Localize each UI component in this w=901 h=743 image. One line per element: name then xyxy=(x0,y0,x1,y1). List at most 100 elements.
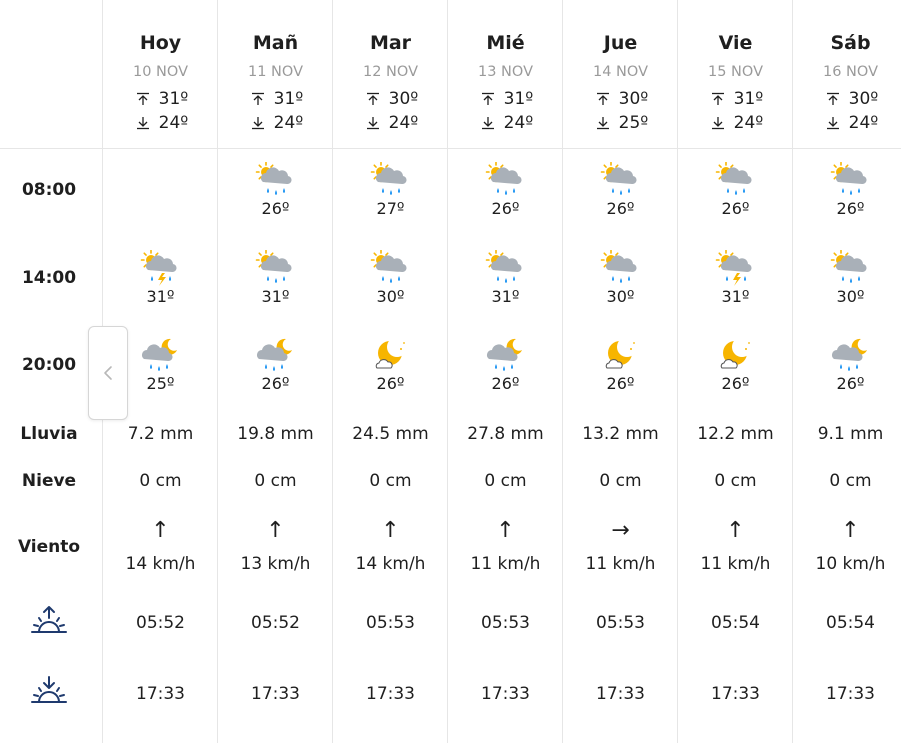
forecast-slot-1400: 31º xyxy=(218,249,333,312)
rain-value: 7.2 mm xyxy=(127,424,194,444)
slot-temp: 31º xyxy=(146,287,175,306)
day-date: 16 NOV xyxy=(823,64,878,80)
sunrise-time: 05:54 xyxy=(826,613,875,633)
slot-temp: 26º xyxy=(606,374,635,393)
arrow-up-icon xyxy=(248,89,274,109)
temp-max-value: 31º xyxy=(158,89,189,109)
day-name: Mañ xyxy=(252,32,299,54)
forecast-slot-0800: 26º xyxy=(448,161,563,224)
temp-min: 24º xyxy=(793,113,901,133)
temp-min: 25º xyxy=(563,113,678,133)
forecast-slot-2000: 26º xyxy=(448,337,563,399)
arrow-down-icon xyxy=(133,113,159,133)
rain-sun-icon xyxy=(600,249,640,286)
rain-value: 9.1 mm xyxy=(817,424,884,444)
day-date: 14 NOV xyxy=(593,64,648,80)
day-date: 12 NOV xyxy=(363,64,418,80)
slot-temp: 30º xyxy=(606,287,635,306)
day-column: Mar 12 NOV 30º 24º 27º 30º 26º 24.5 mm 0 cm ↑ 14 k… xyxy=(332,0,448,743)
slot-temp: 30º xyxy=(376,287,405,306)
chevron-left-icon xyxy=(104,366,112,380)
day-name: Hoy xyxy=(139,32,182,54)
sunrise-time: 05:54 xyxy=(711,613,760,633)
slot-temp: 26º xyxy=(491,374,520,393)
slot-temp: 26º xyxy=(721,374,750,393)
temp-max: 31º xyxy=(103,89,218,109)
prev-days-button[interactable] xyxy=(88,326,128,420)
forecast-slot-2000: 26º xyxy=(563,337,678,399)
forecast-slot-2000: 26º xyxy=(333,337,448,399)
forecast-slot-2000: 26º xyxy=(793,337,901,399)
slot-temp: 31º xyxy=(721,287,750,306)
arrow-up-icon xyxy=(133,89,159,109)
wind-speed: 11 km/h xyxy=(470,554,541,574)
temp-max: 31º xyxy=(448,89,563,109)
forecast-slot-0800: 26º xyxy=(218,161,333,224)
day-column: Vie 15 NOV 31º 24º 26º 31º 26º 12.2 mm 0 cm ↑ 11 k… xyxy=(677,0,793,743)
wind-speed: 11 km/h xyxy=(585,554,656,574)
temp-min: 24º xyxy=(333,113,448,133)
rain-sun-icon xyxy=(830,161,870,198)
arrow-down-icon xyxy=(248,113,274,133)
day-name: Vie xyxy=(718,32,753,54)
forecast-slot-2000: 26º xyxy=(218,337,333,399)
arrow-up-icon xyxy=(708,89,734,109)
row-label-wind: Viento xyxy=(17,537,81,557)
row-label-rain: Lluvia xyxy=(20,424,78,444)
arrow-up-icon xyxy=(823,89,849,109)
forecast-slot-0800: 26º xyxy=(678,161,793,224)
forecast-slot-1400: 31º xyxy=(678,249,793,312)
temp-min-value: 24º xyxy=(848,113,879,133)
forecast-slot-0800: 27º xyxy=(333,161,448,224)
slot-temp: 30º xyxy=(836,287,865,306)
arrow-down-icon xyxy=(478,113,504,133)
temp-max-value: 31º xyxy=(733,89,764,109)
wind-speed: 14 km/h xyxy=(125,554,196,574)
day-name: Jue xyxy=(603,32,638,54)
temp-max: 30º xyxy=(563,89,678,109)
rain-sun-icon xyxy=(255,161,295,198)
slot-temp: 26º xyxy=(261,199,290,218)
sunset-time: 17:33 xyxy=(711,684,760,704)
temp-max-value: 31º xyxy=(273,89,304,109)
day-column: Sáb 16 NOV 30º 24º 26º 30º 26º 9.1 mm 0 cm ↑ 10 km… xyxy=(792,0,901,743)
slot-temp: 27º xyxy=(376,199,405,218)
sunrise-time: 05:53 xyxy=(481,613,530,633)
slot-temp: 26º xyxy=(376,374,405,393)
rain-moon-icon xyxy=(255,337,295,373)
rain-moon-icon xyxy=(140,337,180,373)
temp-min: 24º xyxy=(448,113,563,133)
rain-sun-icon xyxy=(370,249,410,286)
wind-direction-icon: ↑ xyxy=(726,518,745,543)
temp-max-value: 30º xyxy=(848,89,879,109)
snow-value: 0 cm xyxy=(599,471,642,491)
arrow-up-icon xyxy=(363,89,389,109)
temp-min-value: 24º xyxy=(733,113,764,133)
temp-max-value: 31º xyxy=(503,89,534,109)
wind-direction-icon: ↑ xyxy=(381,518,400,543)
rain-moon-icon xyxy=(485,337,525,373)
sunset-time: 17:33 xyxy=(481,684,530,704)
wind-direction-icon: → xyxy=(611,518,630,543)
sunset-time: 17:33 xyxy=(251,684,300,704)
snow-value: 0 cm xyxy=(254,471,297,491)
day-name: Mié xyxy=(486,32,525,54)
cloudy-moon-icon xyxy=(600,337,640,373)
sunset-time: 17:33 xyxy=(596,684,645,704)
rain-value: 13.2 mm xyxy=(582,424,659,444)
forecast-slot-1400: 31º xyxy=(448,249,563,312)
forecast-slot-0800: 26º xyxy=(793,161,901,224)
sunset-time: 17:33 xyxy=(826,684,875,704)
day-name: Mar xyxy=(369,32,412,54)
snow-value: 0 cm xyxy=(139,471,182,491)
temp-max: 31º xyxy=(678,89,793,109)
slot-temp: 31º xyxy=(491,287,520,306)
arrow-up-icon xyxy=(593,89,619,109)
arrow-down-icon xyxy=(593,113,619,133)
row-label-1400: 14:00 xyxy=(21,268,77,288)
rain-value: 24.5 mm xyxy=(352,424,429,444)
arrow-up-icon xyxy=(478,89,504,109)
temp-min-value: 24º xyxy=(388,113,419,133)
sunset-icon xyxy=(30,673,68,711)
day-date: 11 NOV xyxy=(248,64,303,80)
